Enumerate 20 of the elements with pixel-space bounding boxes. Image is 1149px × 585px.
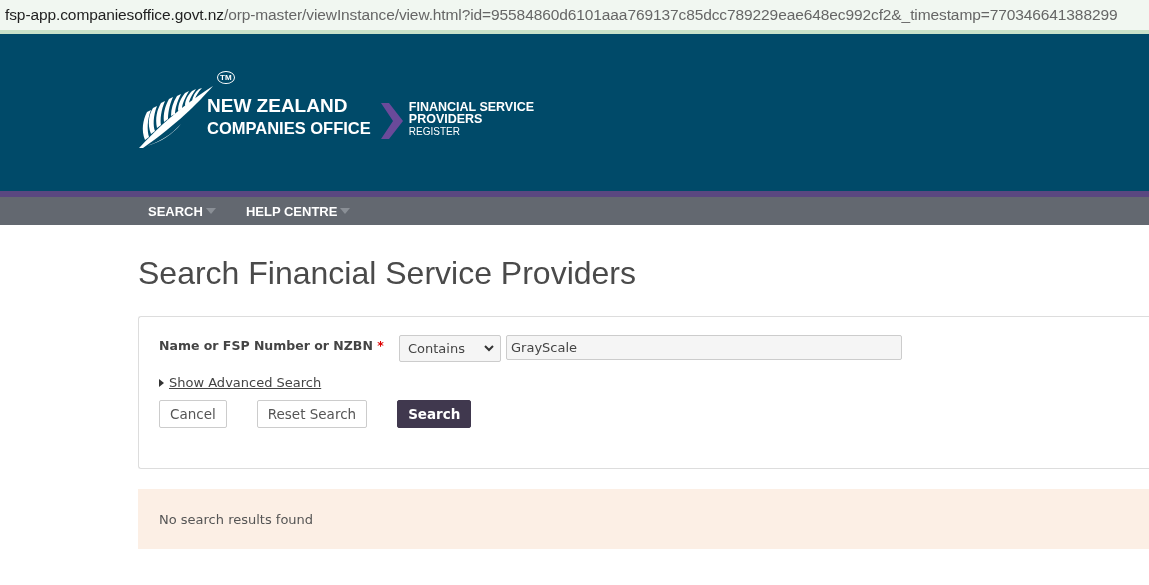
match-dropdown[interactable]: Contains [399,335,501,362]
page-title: Search Financial Service Providers [138,255,637,293]
nav-menu-item[interactable]: SEARCH [148,203,216,219]
form-button[interactable]: Reset Search [256,399,368,428]
form-button[interactable]: Search [397,399,472,428]
chevron-icon [378,102,403,139]
search-input[interactable]: GrayScale [506,335,902,360]
logo-text: COMPANIES OFFICE [207,117,371,139]
advanced-search-link[interactable]: Show Advanced Search [159,375,322,390]
chevron-down-icon [484,345,494,352]
register-title: FINANCIAL SERVICE [408,100,535,113]
nav-menu-item[interactable]: HELP CENTRE [245,203,351,219]
register-subtitle: REGISTER [408,124,461,139]
field-label: Name or FSP Number or NZBN * [159,337,385,353]
register-title: PROVIDERS [408,112,484,125]
logo-text: NEW ZEALAND [207,94,349,117]
notice-message: No search results found [138,489,1149,549]
caret-icon [205,208,216,214]
caret-icon [340,208,351,214]
form-button[interactable]: Cancel [159,399,227,428]
